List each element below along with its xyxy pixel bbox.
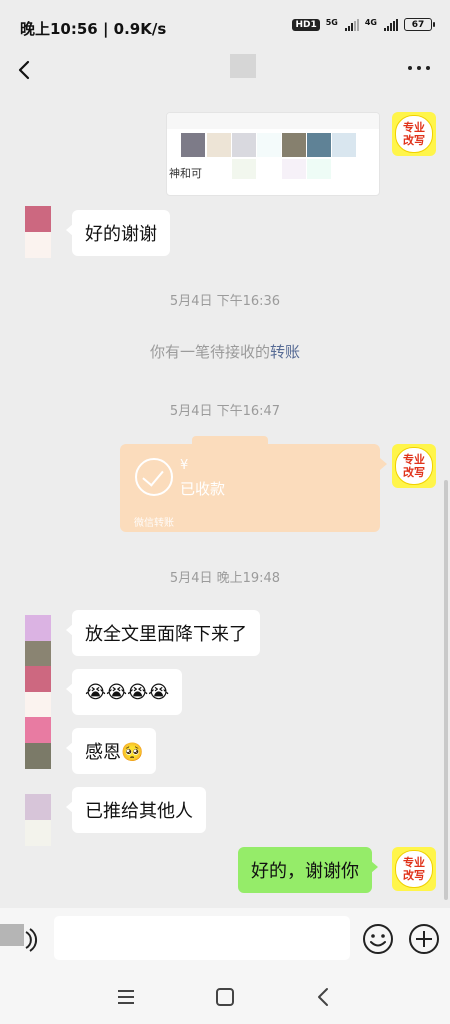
- avatar-contact[interactable]: [25, 717, 51, 743]
- plus-icon[interactable]: [408, 923, 440, 955]
- signal-5g-icon: [344, 18, 359, 31]
- message-bubble[interactable]: 已推给其他人: [66, 787, 206, 833]
- avatar-contact-part: [25, 820, 51, 846]
- message-bubble[interactable]: 好的谢谢: [66, 210, 170, 256]
- check-circle-icon: [135, 458, 173, 496]
- battery-icon: 67: [404, 18, 435, 31]
- message-bubble[interactable]: 感恩🥺: [65, 728, 157, 774]
- message-bubble[interactable]: 😭😭😭😭: [65, 669, 183, 715]
- transfer-card[interactable]: ¥ 已收款 微信转账: [120, 436, 387, 532]
- status-time-speed: 晚上10:56 | 0.9K/s: [20, 20, 167, 38]
- signal-4g-icon: [384, 18, 398, 31]
- system-nav-bar: [0, 970, 450, 1024]
- system-text: 你有一笔待接收的: [149, 343, 270, 361]
- timestamp: 5月4日 下午16:36: [169, 294, 281, 309]
- more-dots-icon[interactable]: [408, 66, 430, 70]
- avatar-contact-part: [25, 743, 51, 769]
- network-4g-label: 4G: [364, 18, 377, 27]
- system-message: 你有一笔待接收的转账: [0, 341, 450, 362]
- input-bar: [0, 908, 450, 970]
- avatar-contact[interactable]: [25, 794, 51, 820]
- timestamp: 5月4日 下午16:47: [169, 404, 281, 419]
- hd-badge: HD1: [292, 18, 320, 31]
- transfer-status: 已收款: [180, 480, 226, 498]
- avatar-self[interactable]: 专业 改写: [392, 444, 436, 488]
- avatar-contact-part: [25, 692, 51, 718]
- avatar-contact[interactable]: [25, 206, 51, 232]
- home-icon[interactable]: [212, 984, 238, 1010]
- message-input[interactable]: [54, 916, 350, 960]
- menu-icon[interactable]: [113, 984, 139, 1010]
- avatar-contact-part: [25, 232, 51, 258]
- emoji-icon[interactable]: [362, 923, 394, 955]
- message-bubble-self[interactable]: 好的，谢谢你: [238, 847, 378, 893]
- status-icons: HD1 5G 4G 67: [292, 18, 435, 31]
- image-message[interactable]: 神和可: [166, 112, 380, 196]
- image-caption: 神和可: [169, 167, 202, 180]
- avatar-contact[interactable]: [25, 615, 51, 641]
- back-icon[interactable]: [311, 984, 337, 1010]
- chevron-left-icon[interactable]: [14, 56, 38, 84]
- message-bubble[interactable]: 放全文里面降下来了: [66, 610, 260, 656]
- avatar-self[interactable]: 专业 改写: [392, 112, 436, 156]
- avatar-self[interactable]: 专业 改写: [392, 847, 436, 891]
- battery-level: 67: [411, 19, 425, 30]
- contact-name-blurred: [230, 54, 256, 78]
- avatar-contact-part: [25, 641, 51, 667]
- avatar-contact[interactable]: [25, 666, 51, 692]
- timestamp: 5月4日 晚上19:48: [169, 571, 281, 586]
- network-5g-label: 5G: [325, 18, 338, 27]
- transfer-footer: 微信转账: [134, 518, 174, 529]
- voice-icon[interactable]: [0, 922, 42, 956]
- transfer-amount: ¥: [180, 458, 189, 473]
- scrollbar[interactable]: [444, 480, 448, 900]
- chat-header: [0, 48, 450, 92]
- transfer-link[interactable]: 转账: [270, 343, 300, 361]
